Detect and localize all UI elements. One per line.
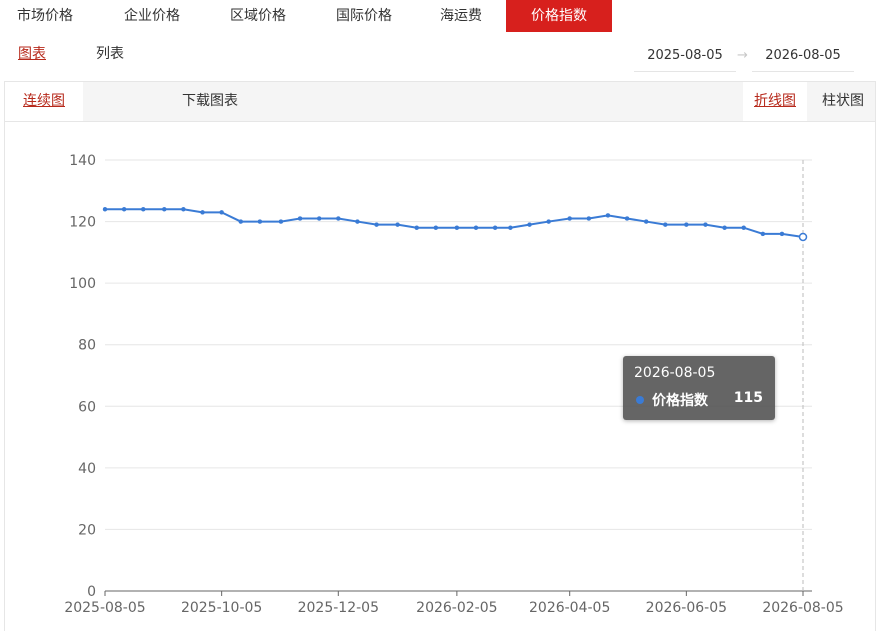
series-marker-icon (636, 396, 644, 404)
data-point (703, 222, 708, 227)
data-point (121, 207, 127, 212)
chart-tooltip: 2026-08-05 价格指数 115 (623, 356, 775, 420)
data-point (760, 231, 766, 237)
data-point (741, 225, 746, 230)
x-tick-label: 2026-06-05 (646, 600, 727, 616)
x-tick-label: 2025-12-05 (298, 600, 379, 616)
data-point (779, 231, 785, 237)
y-tick-label: 60 (78, 399, 96, 415)
data-point (624, 216, 630, 221)
y-tick-label: 100 (69, 276, 96, 292)
tooltip-date: 2026-08-05 (634, 365, 716, 381)
y-tick-label: 20 (78, 522, 96, 538)
x-tick-label: 2025-08-05 (64, 600, 145, 616)
tooltip-series-name: 价格指数 (652, 393, 708, 409)
tooltip-value: 115 (733, 390, 763, 406)
data-point (219, 210, 224, 215)
series-line (105, 208, 804, 238)
y-tick-label: 140 (69, 153, 96, 169)
data-point (798, 232, 808, 242)
x-tick-label: 2026-04-05 (529, 600, 610, 616)
data-point (663, 222, 668, 227)
data-point (336, 216, 341, 221)
data-point (508, 225, 513, 230)
data-point (722, 225, 727, 230)
data-point (414, 225, 419, 230)
data-point (374, 222, 379, 227)
x-tick-label: 2025-10-05 (181, 600, 262, 616)
y-tick-label: 0 (87, 584, 96, 600)
data-point (527, 222, 532, 227)
data-point (433, 225, 439, 230)
data-point (257, 219, 263, 224)
data-point (316, 216, 322, 221)
data-point (643, 219, 649, 224)
y-tick-label: 40 (78, 461, 96, 477)
data-point (200, 210, 205, 215)
data-point (181, 207, 186, 212)
y-tick-label: 80 (78, 338, 96, 354)
data-point (355, 219, 360, 224)
data-point (238, 219, 244, 224)
x-tick-label: 2026-08-05 (762, 600, 843, 616)
data-point (102, 207, 108, 212)
data-point (473, 225, 479, 230)
data-point (162, 207, 167, 212)
data-point (297, 216, 303, 221)
y-tick-label: 120 (69, 215, 96, 231)
data-point (546, 219, 551, 224)
price-index-line-chart[interactable]: 0 20 40 60 80 100 120 140 2025-08-05 2025-10-05 20… (0, 0, 877, 631)
data-point (395, 222, 400, 227)
x-tick-label: 2026-02-05 (416, 600, 497, 616)
data-point (567, 216, 572, 221)
data-point (278, 219, 284, 224)
data-point (586, 216, 592, 221)
data-point (492, 225, 498, 230)
data-point (140, 207, 146, 212)
data-point (454, 225, 460, 230)
data-point (605, 213, 611, 218)
data-point (684, 222, 689, 227)
